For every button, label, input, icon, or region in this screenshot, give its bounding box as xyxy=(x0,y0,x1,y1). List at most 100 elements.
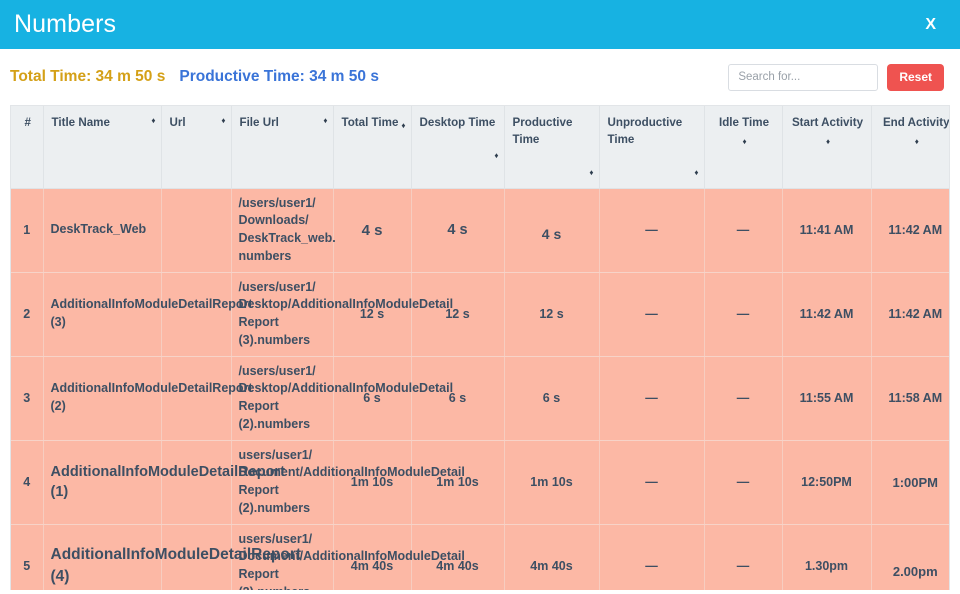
cell-file-url: /users/user1/ Downloads/ DeskTrack_web. … xyxy=(231,188,336,273)
sort-icon[interactable]: ♦ xyxy=(713,136,776,148)
cell-index: 3 xyxy=(11,356,44,441)
table-header: # Title Name ♦ Url ♦ File Url ♦ Total Ti… xyxy=(11,106,950,189)
column-label: Start Activity xyxy=(791,116,864,129)
cell-total-time: 1m 10s xyxy=(333,440,412,525)
cell-index: 2 xyxy=(11,272,44,357)
sort-icon[interactable]: ♦ xyxy=(151,115,155,127)
cell-total-time: 6 s xyxy=(333,356,412,441)
cell-url xyxy=(161,272,232,357)
cell-end-activity: 11:58 AM xyxy=(871,356,949,441)
column-label: Unproductive Time xyxy=(607,116,683,146)
column-header-idle-time[interactable]: Idle Time ♦ xyxy=(704,106,783,189)
summary-toolbar: Total Time: 34 m 50 s Productive Time: 3… xyxy=(0,49,960,105)
cell-file-url: users/user1/ Document/AdditionalInfoModu… xyxy=(231,440,465,525)
cell-idle-time: — xyxy=(704,440,783,525)
cell-index: 5 xyxy=(11,524,44,590)
cell-start-activity: 11:42 AM xyxy=(782,272,872,357)
close-icon[interactable]: X xyxy=(919,14,942,36)
table-row[interactable]: 4 AdditionalInfoModuleDetailReport (1) u… xyxy=(11,440,949,525)
cell-end-activity: 1:00PM xyxy=(871,440,949,525)
cell-unproductive-time: — xyxy=(599,272,705,357)
cell-total-time: 4 s xyxy=(333,188,412,273)
cell-unproductive-time: — xyxy=(599,188,705,273)
column-header-total-time[interactable]: Total Time ♦ xyxy=(333,106,412,189)
column-header-productive-time[interactable]: Productive Time ♦ xyxy=(504,106,600,189)
cell-file-url: /users/user1/ Desktop/AdditionalInfoModu… xyxy=(231,272,453,357)
activity-table: # Title Name ♦ Url ♦ File Url ♦ Total Ti… xyxy=(11,106,950,590)
column-header-end-activity[interactable]: End Activity ♦ xyxy=(871,106,950,189)
table-row[interactable]: 5 AdditionalInfoModuleDetailReport (4) u… xyxy=(11,524,949,590)
cell-productive-time: 1m 10s xyxy=(504,440,600,525)
column-header-desktop-time[interactable]: Desktop Time ♦ xyxy=(411,106,505,189)
column-header-title-name[interactable]: Title Name ♦ xyxy=(43,106,162,189)
cell-idle-time: — xyxy=(704,272,783,357)
table-row[interactable]: 1 DeskTrack_Web /users/user1/ Downloads/… xyxy=(11,188,949,273)
column-header-file-url[interactable]: File Url ♦ xyxy=(231,106,334,189)
cell-unproductive-time: — xyxy=(599,524,705,590)
table-header-row: # Title Name ♦ Url ♦ File Url ♦ Total Ti… xyxy=(11,106,950,189)
column-label: Title Name xyxy=(51,116,110,129)
cell-productive-time: 4m 40s xyxy=(504,524,600,590)
sort-icon[interactable]: ♦ xyxy=(694,167,698,179)
column-header-unproductive-time[interactable]: Unproductive Time ♦ xyxy=(599,106,705,189)
cell-index: 4 xyxy=(11,440,44,525)
cell-url xyxy=(161,440,232,525)
total-time-label: Total Time: 34 m 50 s xyxy=(10,68,166,85)
cell-desktop-time: 4 s xyxy=(411,188,505,273)
cell-desktop-time: 1m 10s xyxy=(411,440,505,525)
sort-icon[interactable]: ♦ xyxy=(589,167,593,179)
cell-productive-time: 6 s xyxy=(504,356,600,441)
window-title: Numbers xyxy=(14,10,117,38)
cell-url xyxy=(161,356,232,441)
column-label: Idle Time xyxy=(718,116,770,129)
search-input[interactable] xyxy=(728,63,879,91)
cell-end-activity: 2.00pm xyxy=(871,524,949,590)
cell-title-name: AdditionalInfoModuleDetailReport (2) xyxy=(43,356,253,441)
cell-start-activity: 1.30pm xyxy=(782,524,872,590)
cell-unproductive-time: — xyxy=(599,356,705,441)
cell-desktop-time: 12 s xyxy=(411,272,505,357)
sort-icon[interactable]: ♦ xyxy=(494,150,498,162)
cell-title-name: AdditionalInfoModuleDetailReport (1) xyxy=(43,440,285,525)
sort-icon[interactable]: ♦ xyxy=(880,136,950,148)
column-label: Desktop Time xyxy=(419,116,496,129)
cell-unproductive-time: — xyxy=(599,440,705,525)
reset-button[interactable]: Reset xyxy=(887,63,944,91)
cell-file-url: /users/user1/ Desktop/AdditionalInfoModu… xyxy=(231,356,453,441)
table-row[interactable]: 2 AdditionalInfoModuleDetailReport (3) /… xyxy=(11,272,949,357)
cell-title-name: AdditionalInfoModuleDetailReport (3) xyxy=(43,272,253,357)
cell-desktop-time: 6 s xyxy=(411,356,505,441)
cell-start-activity: 11:55 AM xyxy=(782,356,872,441)
column-label: End Activity xyxy=(882,116,950,129)
sort-icon[interactable]: ♦ xyxy=(401,120,405,132)
cell-end-activity: 11:42 AM xyxy=(871,188,949,273)
table-body: 1 DeskTrack_Web /users/user1/ Downloads/… xyxy=(11,188,949,590)
column-label: Total Time xyxy=(341,116,399,129)
cell-title-name: DeskTrack_Web xyxy=(43,188,162,273)
sort-icon[interactable]: ♦ xyxy=(791,136,865,148)
cell-start-activity: 11:41 AM xyxy=(782,188,872,273)
activity-table-container: # Title Name ♦ Url ♦ File Url ♦ Total Ti… xyxy=(10,105,950,590)
time-summary: Total Time: 34 m 50 s Productive Time: 3… xyxy=(10,68,728,86)
column-label: File Url xyxy=(239,116,279,129)
cell-productive-time: 12 s xyxy=(504,272,600,357)
sort-icon[interactable]: ♦ xyxy=(323,115,327,127)
cell-index: 1 xyxy=(11,188,44,273)
window-titlebar: Numbers X xyxy=(0,0,960,49)
sort-icon[interactable]: ♦ xyxy=(221,115,225,127)
cell-start-activity: 12:50PM xyxy=(782,440,872,525)
search-controls: Reset xyxy=(728,63,944,91)
column-label: # xyxy=(24,116,31,129)
cell-title-name: AdditionalInfoModuleDetailReport (4) xyxy=(43,524,301,590)
cell-idle-time: — xyxy=(704,188,783,273)
column-header-index[interactable]: # xyxy=(11,106,44,189)
table-row[interactable]: 3 AdditionalInfoModuleDetailReport (2) /… xyxy=(11,356,949,441)
column-header-start-activity[interactable]: Start Activity ♦ xyxy=(782,106,872,189)
cell-file-url: users/user1/ Document/AdditionalInfoModu… xyxy=(231,524,465,590)
cell-total-time: 12 s xyxy=(333,272,412,357)
column-header-url[interactable]: Url ♦ xyxy=(161,106,232,189)
productive-time-label: Productive Time: 34 m 50 s xyxy=(179,68,379,85)
cell-idle-time: — xyxy=(704,356,783,441)
cell-url xyxy=(161,188,232,273)
column-label: Url xyxy=(169,116,186,129)
